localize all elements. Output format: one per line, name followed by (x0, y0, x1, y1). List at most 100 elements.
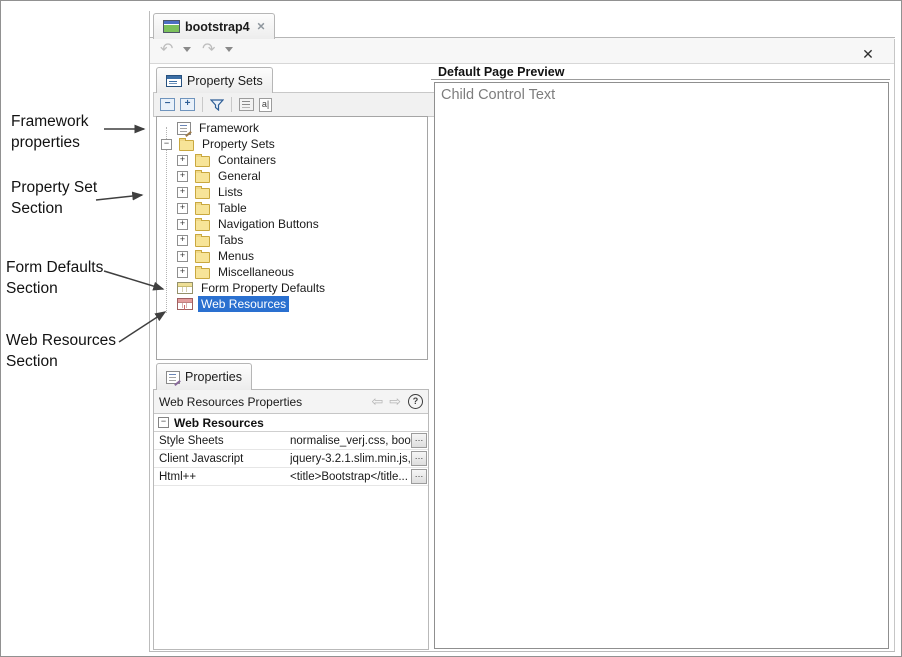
tree-item-label: Containers (215, 152, 279, 168)
editor-bottom-border (149, 651, 895, 652)
close-icon[interactable]: ✕ (859, 45, 877, 63)
expand-all-icon[interactable]: + (180, 98, 195, 111)
back-arrow-icon[interactable]: ⇦ (372, 393, 384, 410)
ellipsis-button[interactable]: … (411, 451, 427, 466)
tree-item-containers[interactable]: + Containers (157, 152, 427, 168)
tree-indent (157, 240, 173, 241)
tab-property-sets[interactable]: Property Sets (156, 67, 273, 93)
tree-item-label: Tabs (215, 232, 246, 248)
tree-item-navigation-buttons[interactable]: + Navigation Buttons (157, 216, 427, 232)
expand-node-icon[interactable]: + (177, 203, 188, 214)
tree-item-table[interactable]: +Table (157, 200, 427, 216)
folder-icon (195, 220, 210, 231)
tree-item-lists[interactable]: + Lists (157, 184, 427, 200)
section-collapse-icon[interactable]: − (158, 417, 169, 428)
editor-toolbar: ↶ ↷ (150, 38, 894, 63)
tree-item-label: Menus (215, 248, 257, 264)
property-sets-icon (166, 75, 182, 87)
preview-title: Default Page Preview (438, 65, 564, 79)
section-header-web-resources[interactable]: − Web Resources (154, 414, 428, 432)
property-sets-tree: Framework − Property Sets + Containers + Gener… (156, 116, 428, 360)
web-resources-icon (177, 298, 193, 310)
property-name: Html++ (154, 471, 290, 483)
tree-item-general[interactable]: + General (157, 168, 427, 184)
redo-dropdown-icon[interactable] (225, 47, 233, 52)
tab-label: bootstrap4 (185, 20, 250, 34)
expand-node-icon[interactable]: + (177, 219, 188, 230)
folder-icon (195, 268, 210, 279)
tree-item-label: Navigation Buttons (215, 216, 322, 232)
property-value[interactable]: <title>Bootstrap</title... (290, 471, 411, 483)
form-file-icon (163, 20, 180, 33)
annotation-web-resources-section: Web Resources Section (6, 330, 124, 372)
preview-title-divider (431, 79, 890, 80)
tree-item-label: Web Resources (198, 296, 289, 312)
toolbar-divider (150, 63, 894, 64)
editor-scrollbar-track[interactable] (894, 39, 895, 652)
screenshot-frame: Framework properties Property Set Sectio… (0, 0, 902, 657)
tree-item-label: General (215, 168, 264, 184)
forward-arrow-icon[interactable]: ⇨ (389, 393, 401, 410)
tree-indent (157, 160, 173, 161)
property-value[interactable]: normalise_verj.css, boot... (290, 435, 411, 447)
tab-bootstrap4[interactable]: bootstrap4 ✕ (153, 13, 275, 39)
tree-item-web-resources[interactable]: Web Resources (157, 296, 427, 312)
expand-node-icon[interactable]: + (177, 235, 188, 246)
section-title: Web Resources (174, 416, 264, 430)
tab-close-icon[interactable]: ✕ (257, 21, 266, 33)
tree-item-label: Miscellaneous (215, 264, 297, 280)
folder-icon (179, 140, 194, 151)
property-row-style-sheets: Style Sheetsnormalise_verj.css, boot...… (154, 432, 428, 450)
tree-expander-spacer (161, 124, 170, 133)
tree-indent (157, 176, 173, 177)
sort-alpha-icon[interactable]: a| (259, 98, 272, 112)
preview-content-text: Child Control Text (435, 83, 888, 107)
tree-item-menus[interactable]: + Menus (157, 248, 427, 264)
tab-label: Property Sets (187, 74, 263, 88)
editor-left-border (149, 11, 150, 652)
tree-indent (157, 208, 173, 209)
tab-label: Properties (185, 370, 242, 384)
properties-panel: Web Resources Properties ⇦ ⇨ ? − Web Res… (153, 389, 429, 650)
framework-icon (177, 122, 191, 135)
folder-icon (195, 204, 210, 215)
annotation-framework-properties: Framework properties (11, 111, 107, 153)
expand-node-icon[interactable]: + (177, 267, 188, 278)
toolbar-separator (202, 97, 203, 112)
undo-dropdown-icon[interactable] (183, 47, 191, 52)
property-name: Style Sheets (154, 435, 290, 447)
annotation-form-defaults-section: Form Defaults Section (6, 257, 118, 299)
tree-item-label: Lists (215, 184, 246, 200)
expand-node-icon[interactable]: + (177, 155, 188, 166)
expand-node-icon[interactable]: + (177, 187, 188, 198)
annotation-property-set-section: Property Set Section (11, 177, 115, 219)
properties-view-icon[interactable] (239, 98, 254, 111)
ellipsis-button[interactable]: … (411, 433, 427, 448)
filter-icon[interactable] (210, 99, 224, 111)
property-row-html: Html++<title>Bootstrap</title...… (154, 468, 428, 486)
property-value[interactable]: jquery-3.2.1.slim.min.js,... (290, 453, 411, 465)
properties-header-title: Web Resources Properties (159, 395, 369, 409)
expand-node-icon[interactable]: + (177, 171, 188, 182)
ellipsis-button[interactable]: … (411, 469, 427, 484)
tree-indent (157, 256, 173, 257)
properties-header: Web Resources Properties ⇦ ⇨ ? (154, 390, 428, 414)
collapse-node-icon[interactable]: − (161, 139, 172, 150)
folder-icon (195, 252, 210, 263)
tree-item-tabs[interactable]: + Tabs (157, 232, 427, 248)
help-icon[interactable]: ? (408, 394, 423, 409)
tree-item-form-property-defaults[interactable]: Form Property Defaults (157, 280, 427, 296)
collapse-all-icon[interactable]: − (160, 98, 175, 111)
tree-item-label: Property Sets (199, 136, 278, 152)
tree-item-property-sets[interactable]: − Property Sets (157, 136, 427, 152)
undo-icon[interactable]: ↶ (160, 41, 173, 59)
tab-properties[interactable]: Properties (156, 363, 252, 390)
folder-icon (195, 172, 210, 183)
tree-item-framework[interactable]: Framework (157, 120, 427, 136)
folder-icon (195, 236, 210, 247)
redo-icon[interactable]: ↷ (202, 41, 215, 59)
tree-expander-spacer (161, 284, 170, 293)
tree-toolbar: − + a| (153, 92, 441, 117)
expand-node-icon[interactable]: + (177, 251, 188, 262)
tree-item-miscellaneous[interactable]: + Miscellaneous (157, 264, 427, 280)
